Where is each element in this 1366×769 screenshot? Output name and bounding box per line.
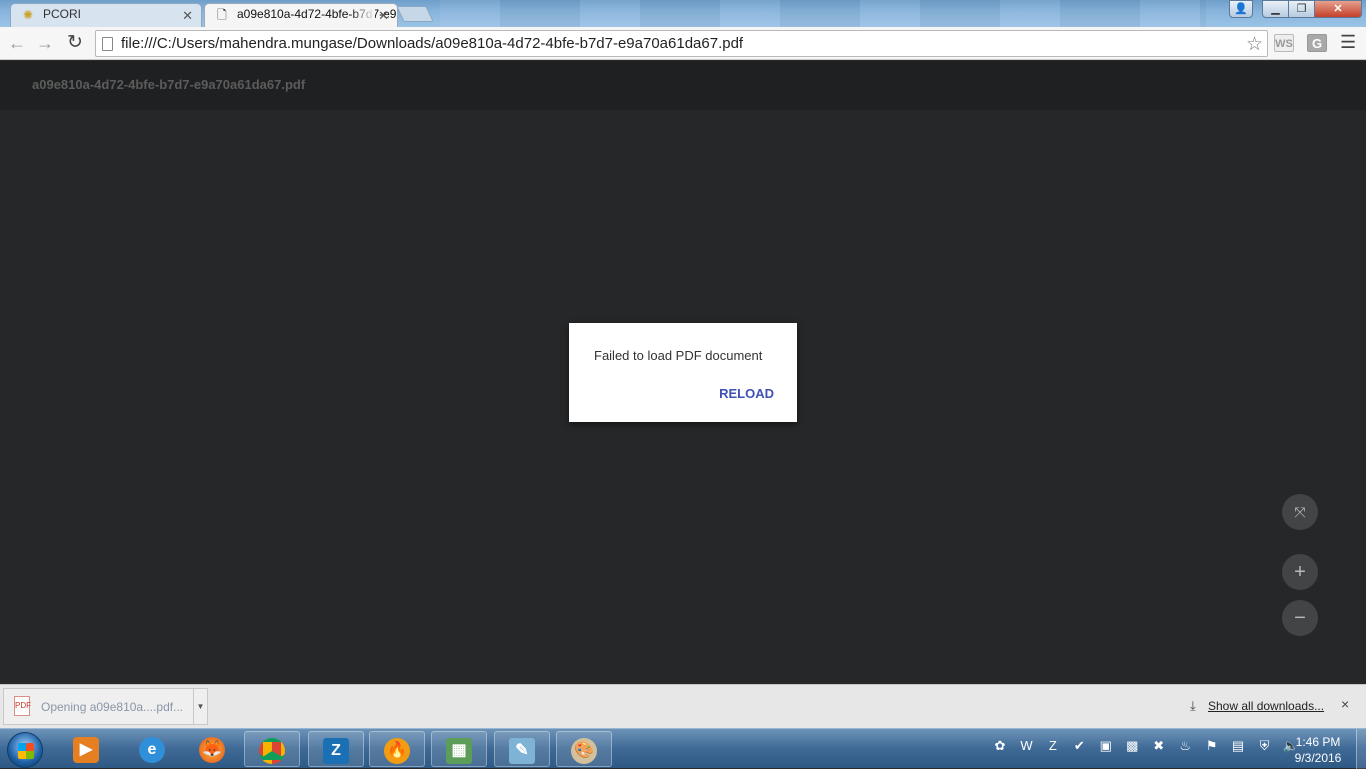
page-icon xyxy=(102,37,113,51)
tray-check-icon[interactable]: ✔ xyxy=(1069,737,1089,755)
flame-app-icon[interactable]: 🔥 xyxy=(369,731,425,767)
tab-title: PCORI xyxy=(43,7,82,21)
tray-monitor-icon[interactable]: ▩ xyxy=(1122,737,1142,755)
show-all-downloads-link[interactable]: ⤓ Show all downloads... xyxy=(1190,698,1324,714)
taskbar-clock[interactable]: 1:46 PM 9/3/2016 xyxy=(1288,734,1348,766)
tray-shield-icon[interactable]: ⛨ xyxy=(1255,737,1275,755)
download-shelf: PDF Opening a09e810a....pdf... ▼ ⤓ Show a… xyxy=(0,684,1366,728)
address-text[interactable]: file:///C:/Users/mahendra.mungase/Downlo… xyxy=(121,35,743,52)
download-item-label: Opening a09e810a....pdf... xyxy=(41,700,184,714)
media-player-icon[interactable]: ▶ xyxy=(58,731,114,767)
tray-x-icon[interactable]: ✖ xyxy=(1149,737,1169,755)
pdf-viewer: Failed to load PDF document RELOAD ⤧ + − xyxy=(0,110,1366,684)
download-item[interactable]: PDF Opening a09e810a....pdf... ▼ xyxy=(3,688,208,725)
minimize-button[interactable]: ▁ xyxy=(1262,0,1289,18)
user-profile-button[interactable]: 👤 xyxy=(1229,0,1253,18)
page-favicon-icon: 🗋 xyxy=(217,8,227,22)
error-dialog: Failed to load PDF document RELOAD xyxy=(569,323,797,422)
firefox-icon[interactable]: 🦊 xyxy=(184,731,240,767)
tab-pdf[interactable]: 🗋 a09e810a-4d72-4bfe-b7d7-e9a70a61da67.p… xyxy=(204,3,398,27)
browser-toolbar: ← → ↻ file:///C:/Users/mahendra.mungase/… xyxy=(0,27,1366,60)
zoom-in-icon[interactable]: + xyxy=(1282,554,1318,590)
tray-network-icon[interactable]: ▤ xyxy=(1228,737,1248,755)
tray-flag-icon[interactable]: ⚑ xyxy=(1202,737,1222,755)
download-arrow-icon: ⤓ xyxy=(1190,698,1196,713)
pdf-toolbar: a09e810a-4d72-4bfe-b7d7-e9a70a61da67.pdf xyxy=(0,61,1366,110)
close-shelf-icon[interactable]: × xyxy=(1341,696,1349,712)
window-close-button[interactable]: ✕ xyxy=(1314,0,1362,18)
titlebar-glass xyxy=(440,0,1206,27)
internet-explorer-icon[interactable]: e xyxy=(124,731,180,767)
tray-flower-icon[interactable]: ✿ xyxy=(990,737,1010,755)
notes-app-icon[interactable]: ✎ xyxy=(494,731,550,767)
tray-orange-icon[interactable]: ▣ xyxy=(1096,737,1116,755)
tab-close-icon[interactable]: ✕ xyxy=(182,6,193,26)
g-extension-icon[interactable]: G xyxy=(1307,34,1327,52)
error-message: Failed to load PDF document xyxy=(594,348,763,363)
address-bar[interactable]: file:///C:/Users/mahendra.mungase/Downlo… xyxy=(95,30,1268,57)
download-options-chevron-icon[interactable]: ▼ xyxy=(193,689,207,724)
clock-date: 9/3/2016 xyxy=(1294,751,1342,765)
fit-to-page-icon[interactable]: ⤧ xyxy=(1282,494,1318,530)
ws-extension-icon[interactable]: WS xyxy=(1274,34,1294,52)
tab-pcori[interactable]: ✺ PCORI ✕ xyxy=(10,3,202,27)
reload-document-button[interactable]: RELOAD xyxy=(719,386,774,401)
reload-button[interactable]: ↻ xyxy=(64,32,86,54)
tray-flame-icon[interactable]: ♨ xyxy=(1175,737,1195,755)
tab-close-icon[interactable]: ✕ xyxy=(378,6,389,26)
tray-word-icon[interactable]: W xyxy=(1016,737,1036,755)
clock-time: 1:46 PM xyxy=(1295,735,1341,749)
back-button[interactable]: ← xyxy=(6,32,28,54)
pcori-favicon-icon: ✺ xyxy=(22,8,34,22)
bookmark-star-icon[interactable]: ☆ xyxy=(1246,33,1263,56)
tab-fade xyxy=(155,4,179,26)
tab-strip: ✺ PCORI ✕ 🗋 a09e810a-4d72-4bfe-b7d7-e9a7… xyxy=(0,0,1366,27)
forward-button[interactable]: → xyxy=(34,32,56,54)
tab-fade xyxy=(351,4,375,26)
paint-app-icon[interactable]: 🎨 xyxy=(556,731,612,767)
chrome-taskbar-button[interactable] xyxy=(244,731,300,767)
start-button[interactable] xyxy=(7,732,43,768)
menu-icon[interactable]: ☰ xyxy=(1340,32,1356,53)
show-desktop-button[interactable] xyxy=(1356,729,1366,769)
pdf-file-icon: PDF xyxy=(14,696,31,716)
windows-taskbar: ▶ e 🦊 Z 🔥 ▦ ✎ 🎨 ✿ W Z ✔ ▣ ▩ ✖ ♨ ⚑ ▤ ⛨ 🔈 … xyxy=(0,728,1366,769)
windows-logo-icon xyxy=(18,743,34,759)
zoom-out-icon[interactable]: − xyxy=(1282,600,1318,636)
restore-button[interactable]: ❐ xyxy=(1288,0,1315,18)
spreadsheet-app-icon[interactable]: ▦ xyxy=(431,731,487,767)
system-tray: ✿ W Z ✔ ▣ ▩ ✖ ♨ ⚑ ▤ ⛨ 🔈 xyxy=(990,737,1303,761)
zotero-icon[interactable]: Z xyxy=(308,731,364,767)
new-tab-button[interactable] xyxy=(396,6,434,22)
tray-zotero-icon[interactable]: Z xyxy=(1043,737,1063,755)
pdf-title: a09e810a-4d72-4bfe-b7d7-e9a70a61da67.pdf xyxy=(32,77,306,92)
show-all-downloads-label[interactable]: Show all downloads... xyxy=(1208,699,1324,713)
